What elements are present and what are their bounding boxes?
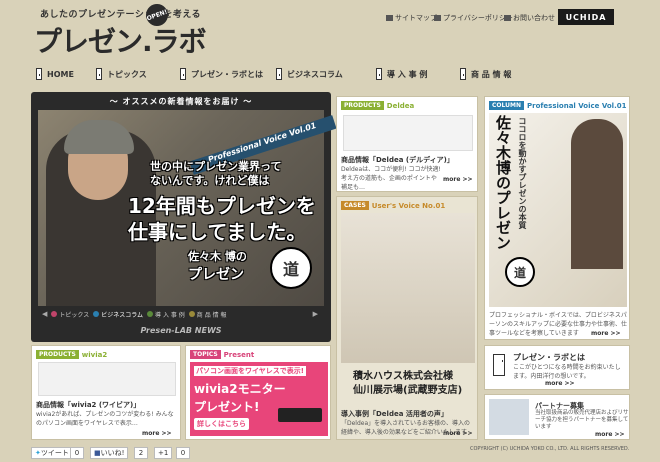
tweet-button[interactable]: ✦ ツイート: [31, 447, 73, 459]
door-icon: [36, 68, 42, 80]
nav-about[interactable]: プレゼン・ラボとは: [174, 64, 270, 84]
about-card[interactable]: プレゼン・ラボとは ここがひとつになる時間をお約束いたします。内田洋行の想いです…: [484, 345, 630, 390]
present-line-1: パソコン画面をワイヤレスで表示!: [194, 366, 306, 376]
nav-cases[interactable]: 導 入 事 例: [370, 64, 454, 84]
deldea-image: [343, 115, 473, 151]
slider-tab-topics[interactable]: トピックス: [51, 310, 89, 319]
cases-image: [341, 213, 475, 363]
nav-home[interactable]: HOME: [30, 64, 90, 84]
deldea-name: Deldea: [386, 101, 415, 110]
door-icon: [460, 68, 466, 80]
door-icon: [96, 68, 102, 80]
site-logo[interactable]: プレゼン.ラボ: [34, 20, 207, 60]
plusone-button[interactable]: +1: [154, 447, 173, 459]
slider-tab-products[interactable]: 商 品 情 報: [188, 310, 227, 319]
slider-footer: Presen-LAB NEWS: [140, 326, 222, 335]
door-icon: [493, 354, 505, 376]
wivia-card[interactable]: PRODUCTS wivia2 商品情報「wivia2 (ワイビア)」 wivi…: [31, 345, 181, 440]
door-icon: [276, 68, 282, 80]
deldea-desc: Deldeaは、ココが便利! ココが快適! 考え方の道筋も、企画のポイントや補足…: [341, 166, 441, 191]
cases-place: 仙川展示場(武蔵野支店): [353, 385, 463, 396]
cases-card[interactable]: CASES User's Voice No.01 積水ハウス株式会社様 仙川展示…: [336, 196, 478, 440]
michi-badge: 道: [270, 247, 312, 289]
present-detail-button[interactable]: 詳しくはこちら: [194, 418, 249, 430]
next-arrow-icon[interactable]: ▶: [313, 310, 318, 318]
partner-image: [489, 399, 529, 435]
nav-column[interactable]: ビジネスコラム: [270, 64, 370, 84]
slider-tab-column[interactable]: ビジネスコラム: [93, 310, 143, 319]
wivia-title: 商品情報「wivia2 (ワイビア)」: [36, 401, 141, 409]
main-nav: HOME トピックス プレゼン・ラボとは ビジネスコラム 導 入 事 例 商 品…: [30, 64, 630, 84]
cases-tag: CASES: [341, 201, 369, 210]
privacy-link[interactable]: プライバシーポリシー: [434, 13, 513, 23]
slider-line-6: プレゼン: [188, 267, 244, 283]
present-line-2: wivia2モニター: [194, 382, 286, 396]
nav-topics[interactable]: トピックス: [90, 64, 174, 84]
column-card[interactable]: COLUMN Professional Voice Vol.01 ココロを動かす…: [484, 96, 630, 340]
cases-name: User's Voice No.01: [371, 201, 446, 210]
slider-line-2: ないんです。けれど僕は: [150, 174, 270, 187]
copyright: COPYRIGHT (C) UCHIDA YOKO CO., LTD. ALL …: [470, 446, 630, 452]
products-tag: PRODUCTS: [341, 101, 384, 110]
column-name: Professional Voice Vol.01: [526, 101, 627, 110]
wivia-image: [38, 362, 176, 396]
present-card[interactable]: TOPICS Present パソコン画面をワイヤレスで表示! wivia2モニ…: [185, 345, 331, 440]
about-more-link[interactable]: more >>: [545, 380, 575, 387]
like-count: 2: [134, 447, 148, 459]
nav-products[interactable]: 商 品 情 報: [454, 64, 538, 84]
slider-line-5: 佐々木 博の: [188, 250, 247, 263]
column-michi-badge: 道: [505, 257, 535, 287]
slider-line-3: 12年間もプレゼンを: [128, 194, 316, 218]
deldea-more-link[interactable]: more >>: [443, 176, 473, 183]
present-name: Present: [223, 350, 255, 359]
column-more-link[interactable]: more >>: [591, 330, 621, 337]
partner-desc: 当社取扱商品の販売代理店およびリサーチ協力を担うパートナーを募集しています: [535, 410, 629, 430]
facebook-icon: ■: [94, 449, 101, 457]
tweet-count: 0: [70, 447, 84, 459]
slider-tabs: ◀ トピックス ビジネスコラム 導 入 事 例 商 品 情 報 ▶: [38, 308, 324, 320]
cases-more-link[interactable]: more >>: [443, 430, 473, 437]
about-title: プレゼン・ラボとは: [513, 353, 585, 362]
site-tagline: あしたのプレゼンテーションを考える: [40, 10, 202, 20]
privacy-icon: [434, 15, 441, 21]
contact-link[interactable]: お問い合わせ: [504, 13, 555, 23]
wivia-device: [278, 408, 322, 422]
door-icon: [376, 68, 382, 80]
wivia-name: wivia2: [81, 350, 108, 359]
topics-tag: TOPICS: [190, 350, 221, 359]
sitemap-icon: [386, 15, 393, 21]
like-button[interactable]: ■ いいね!: [90, 447, 129, 459]
products-tag: PRODUCTS: [36, 350, 79, 359]
partner-card[interactable]: パートナー募集 当社取扱商品の販売代理店およびリサーチ協力を担うパートナーを募集…: [484, 394, 630, 440]
deldea-title: 商品情報「Deldea (デルディア)」: [341, 156, 454, 164]
column-person: [571, 119, 623, 269]
prev-arrow-icon[interactable]: ◀: [42, 310, 47, 318]
present-line-3: プレゼント!: [194, 400, 260, 414]
partner-more-link[interactable]: more >>: [595, 431, 625, 438]
slider-line-4: 仕事にしてました。: [128, 220, 307, 244]
slider-tab-cases[interactable]: 導 入 事 例: [147, 310, 185, 319]
mail-icon: [504, 15, 511, 21]
plusone-count: 0: [176, 447, 190, 459]
cases-title: 導入事例「Deldea 活用者の声」: [341, 410, 448, 418]
cases-company: 積水ハウス株式会社様: [353, 371, 453, 382]
wivia-desc: wivia2があれば、プレゼンのコツが変わる! みんなのパソコン画面をワイヤレス…: [36, 411, 174, 427]
about-desc: ここがひとつになる時間をお約束いたします。内田洋行の想いです。: [513, 364, 621, 380]
person-hat: [64, 120, 134, 154]
uchida-logo[interactable]: UCHIDA: [558, 9, 614, 25]
deldea-card[interactable]: PRODUCTS Deldea 商品情報「Deldea (デルディア)」 Del…: [336, 96, 478, 192]
wivia-more-link[interactable]: more >>: [142, 430, 172, 437]
door-icon: [180, 68, 186, 80]
slider-heading: 〜 オススメの新着情報をお届け 〜: [109, 97, 253, 106]
column-tag: COLUMN: [489, 101, 524, 110]
column-vertical-1: ココロを動かすプレゼンの本質: [518, 117, 527, 229]
sitemap-link[interactable]: サイトマップ: [386, 13, 437, 23]
